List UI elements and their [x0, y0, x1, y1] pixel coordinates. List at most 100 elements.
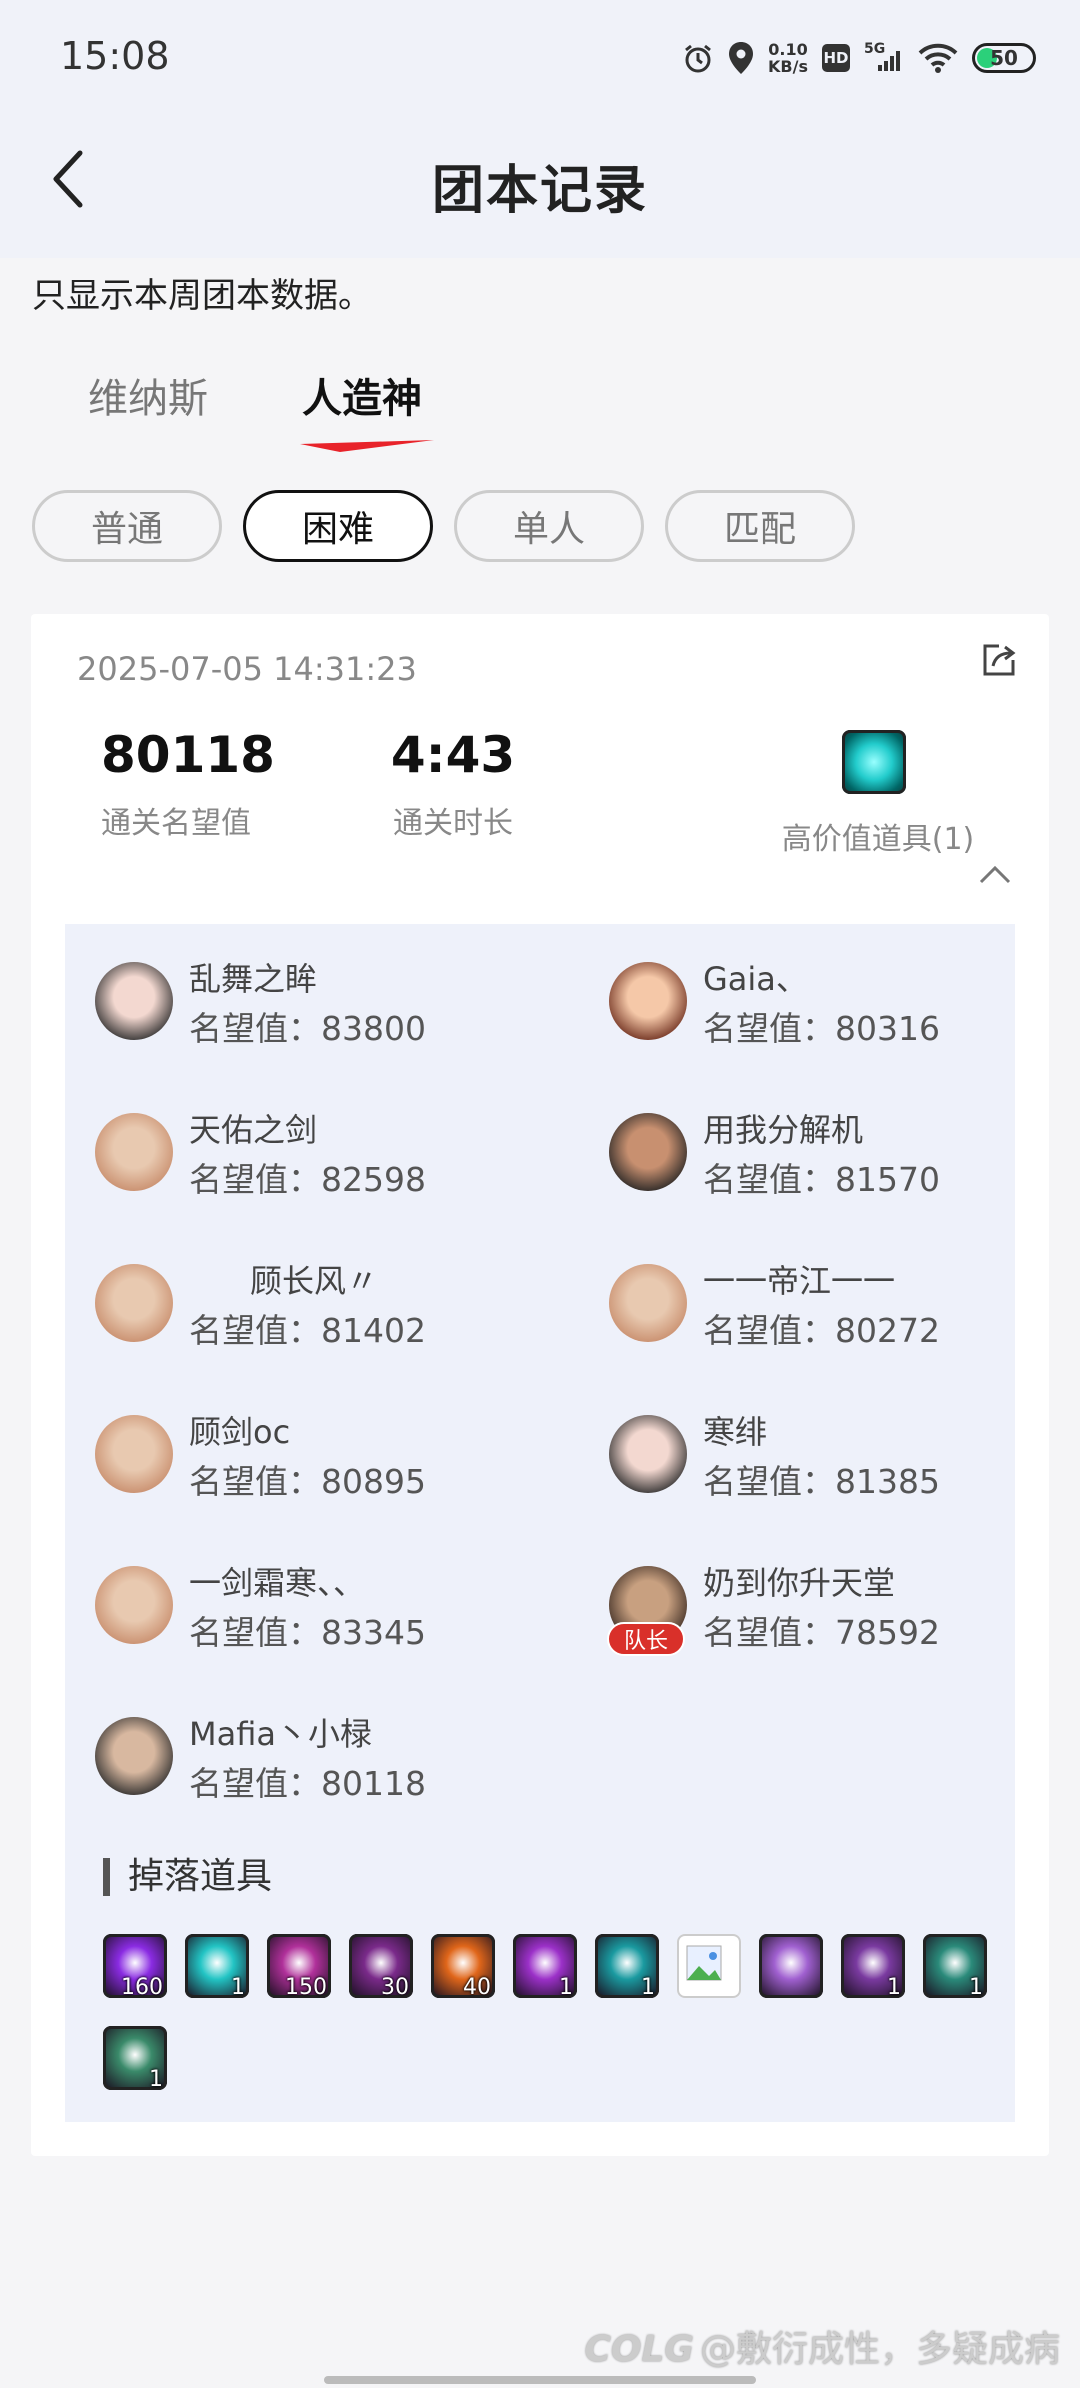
reputation-value: 80118 [101, 726, 275, 784]
cellular-signal-icon: 5G [864, 41, 904, 73]
leader-badge: 队长 [607, 1622, 685, 1656]
high-value-items-label: 高价值道具(1) [781, 822, 975, 857]
drop-count: 40 [463, 1975, 491, 1998]
page-title: 团本记录 [431, 161, 648, 221]
status-bar: 15:08 0.10 KB/s HD 5G 50 [0, 0, 1080, 118]
member-reputation: 名望值：81385 [703, 1462, 940, 1501]
drop-item[interactable] [677, 1934, 741, 1998]
avatar [95, 1264, 173, 1342]
member-reputation: 名望值：83800 [189, 1009, 426, 1048]
drop-item[interactable]: 1 [103, 2026, 167, 2090]
drop-item[interactable]: 150 [267, 1934, 331, 1998]
watermark-text: @敷衍成性，多疑成病 [699, 2329, 1060, 2370]
status-time: 15:08 [60, 34, 170, 78]
share-icon [983, 644, 1016, 676]
drop-count: 30 [381, 1975, 409, 1998]
filter-normal[interactable]: 普通 [32, 490, 222, 562]
reputation-label: 通关名望值 [101, 806, 251, 841]
raid-record-card: 2025-07-05 14:31:23 80118 通关名望值 4:43 通关时… [31, 614, 1049, 2156]
member-reputation: 名望值：80118 [189, 1764, 426, 1803]
drop-item[interactable]: 1 [595, 1934, 659, 1998]
watermark: COLG @敷衍成性，多疑成病 [584, 2320, 1060, 2372]
watermark-logo: COLG [584, 2329, 694, 2370]
drop-count: 1 [969, 1975, 983, 1998]
broken-image-icon [686, 1945, 722, 1981]
member-reputation: 名望值：80316 [703, 1009, 940, 1048]
member-item[interactable]: 寒绯名望值：81385 [609, 1407, 1029, 1507]
avatar [95, 1415, 173, 1493]
drops-title: 掉落道具 [103, 1858, 272, 1896]
drop-count: 160 [121, 1975, 163, 1998]
member-name: 一一帝江一一 [703, 1262, 896, 1300]
drop-item[interactable]: 40 [431, 1934, 495, 1998]
member-reputation: 名望值：82598 [189, 1160, 426, 1199]
member-item[interactable]: 用我分解机 名望值：81570 [609, 1105, 1029, 1205]
duration-stat: 4:43 通关时长 [378, 726, 528, 842]
share-button[interactable] [979, 640, 1019, 680]
drop-count: 1 [231, 1975, 245, 1998]
filter-match[interactable]: 匹配 [665, 490, 855, 562]
drop-item[interactable]: 30 [349, 1934, 413, 1998]
member-reputation: 名望值：80895 [189, 1462, 426, 1501]
member-item[interactable]: 乱舞之眸名望值：83800 [95, 954, 515, 1054]
notice-text: 只显示本周团本数据。 [32, 276, 372, 316]
member-name: 顾剑oc [189, 1413, 291, 1451]
high-value-item-icon[interactable] [842, 730, 906, 794]
record-datetime: 2025-07-05 14:31:23 [77, 650, 417, 688]
drop-item[interactable]: 160 [103, 1934, 167, 1998]
avatar [609, 962, 687, 1040]
member-name: 寒绯 [703, 1413, 768, 1451]
member-reputation: 名望值：81402 [189, 1311, 426, 1350]
members-panel: 乱舞之眸名望值：83800 Gaia、名望值：80316 天佑之剑 名望值：82598… [65, 924, 1015, 2122]
net-speed-unit: KB/s [768, 57, 808, 76]
drop-item[interactable]: 1 [513, 1934, 577, 1998]
wifi-icon [918, 42, 958, 74]
home-indicator[interactable] [324, 2376, 756, 2384]
member-item[interactable]: 队长 奶到你升天堂名望值：78592 [607, 1558, 1029, 1658]
drop-item[interactable]: 1 [923, 1934, 987, 1998]
avatar [609, 1415, 687, 1493]
battery-icon: 50 [972, 43, 1036, 73]
member-item[interactable]: Mafia丶小椂名望值：80118 [95, 1709, 515, 1809]
member-item[interactable]: 一一帝江一一名望值：80272 [609, 1256, 1029, 1356]
filter-hard[interactable]: 困难 [243, 490, 433, 562]
drop-count: 1 [559, 1975, 573, 1998]
chevron-up-icon [979, 865, 1011, 884]
avatar [609, 1264, 687, 1342]
member-reputation: 名望值：78592 [703, 1613, 940, 1652]
drop-count: 150 [285, 1975, 327, 1998]
member-item[interactable]: 顾剑oc 名望值：80895 [95, 1407, 515, 1507]
avatar [95, 1717, 173, 1795]
member-name: Gaia、 [703, 960, 808, 998]
drop-item[interactable]: 1 [841, 1934, 905, 1998]
avatar [95, 962, 173, 1040]
member-reputation: 名望值：80272 [703, 1311, 940, 1350]
active-tab-indicator [300, 440, 434, 452]
collapse-button[interactable] [977, 862, 1013, 886]
member-name: 顾长风〃 [189, 1262, 379, 1300]
tab-venus[interactable]: 维纳斯 [88, 366, 208, 424]
member-name: 乱舞之眸 [189, 960, 318, 998]
member-reputation: 名望值：83345 [189, 1613, 426, 1652]
member-name: 一剑霜寒、、 [189, 1564, 366, 1602]
member-item[interactable]: 顾长风〃名望值：81402 [95, 1256, 515, 1356]
member-name: 奶到你升天堂 [703, 1564, 896, 1602]
hd-voice-icon: HD [822, 44, 850, 72]
filter-solo[interactable]: 单人 [454, 490, 644, 562]
alarm-icon [682, 42, 714, 74]
status-icons: 0.10 KB/s HD 5G 50 [682, 36, 1036, 80]
tab-artificial-god[interactable]: 人造神 [302, 366, 422, 424]
avatar [95, 1566, 173, 1644]
drop-item[interactable] [759, 1934, 823, 1998]
member-item[interactable]: Gaia、名望值：80316 [609, 954, 1029, 1054]
member-item[interactable]: 一剑霜寒、、名望值：83345 [95, 1558, 515, 1658]
drop-count: 1 [149, 2067, 163, 2090]
duration-value: 4:43 [390, 726, 516, 784]
drop-count: 1 [887, 1975, 901, 1998]
member-name: Mafia丶小椂 [189, 1715, 372, 1753]
drop-item[interactable]: 1 [185, 1934, 249, 1998]
duration-label: 通关时长 [393, 806, 513, 841]
reputation-stat: 80118 通关名望值 [101, 726, 275, 842]
avatar [609, 1113, 687, 1191]
member-item[interactable]: 天佑之剑 名望值：82598 [95, 1105, 515, 1205]
